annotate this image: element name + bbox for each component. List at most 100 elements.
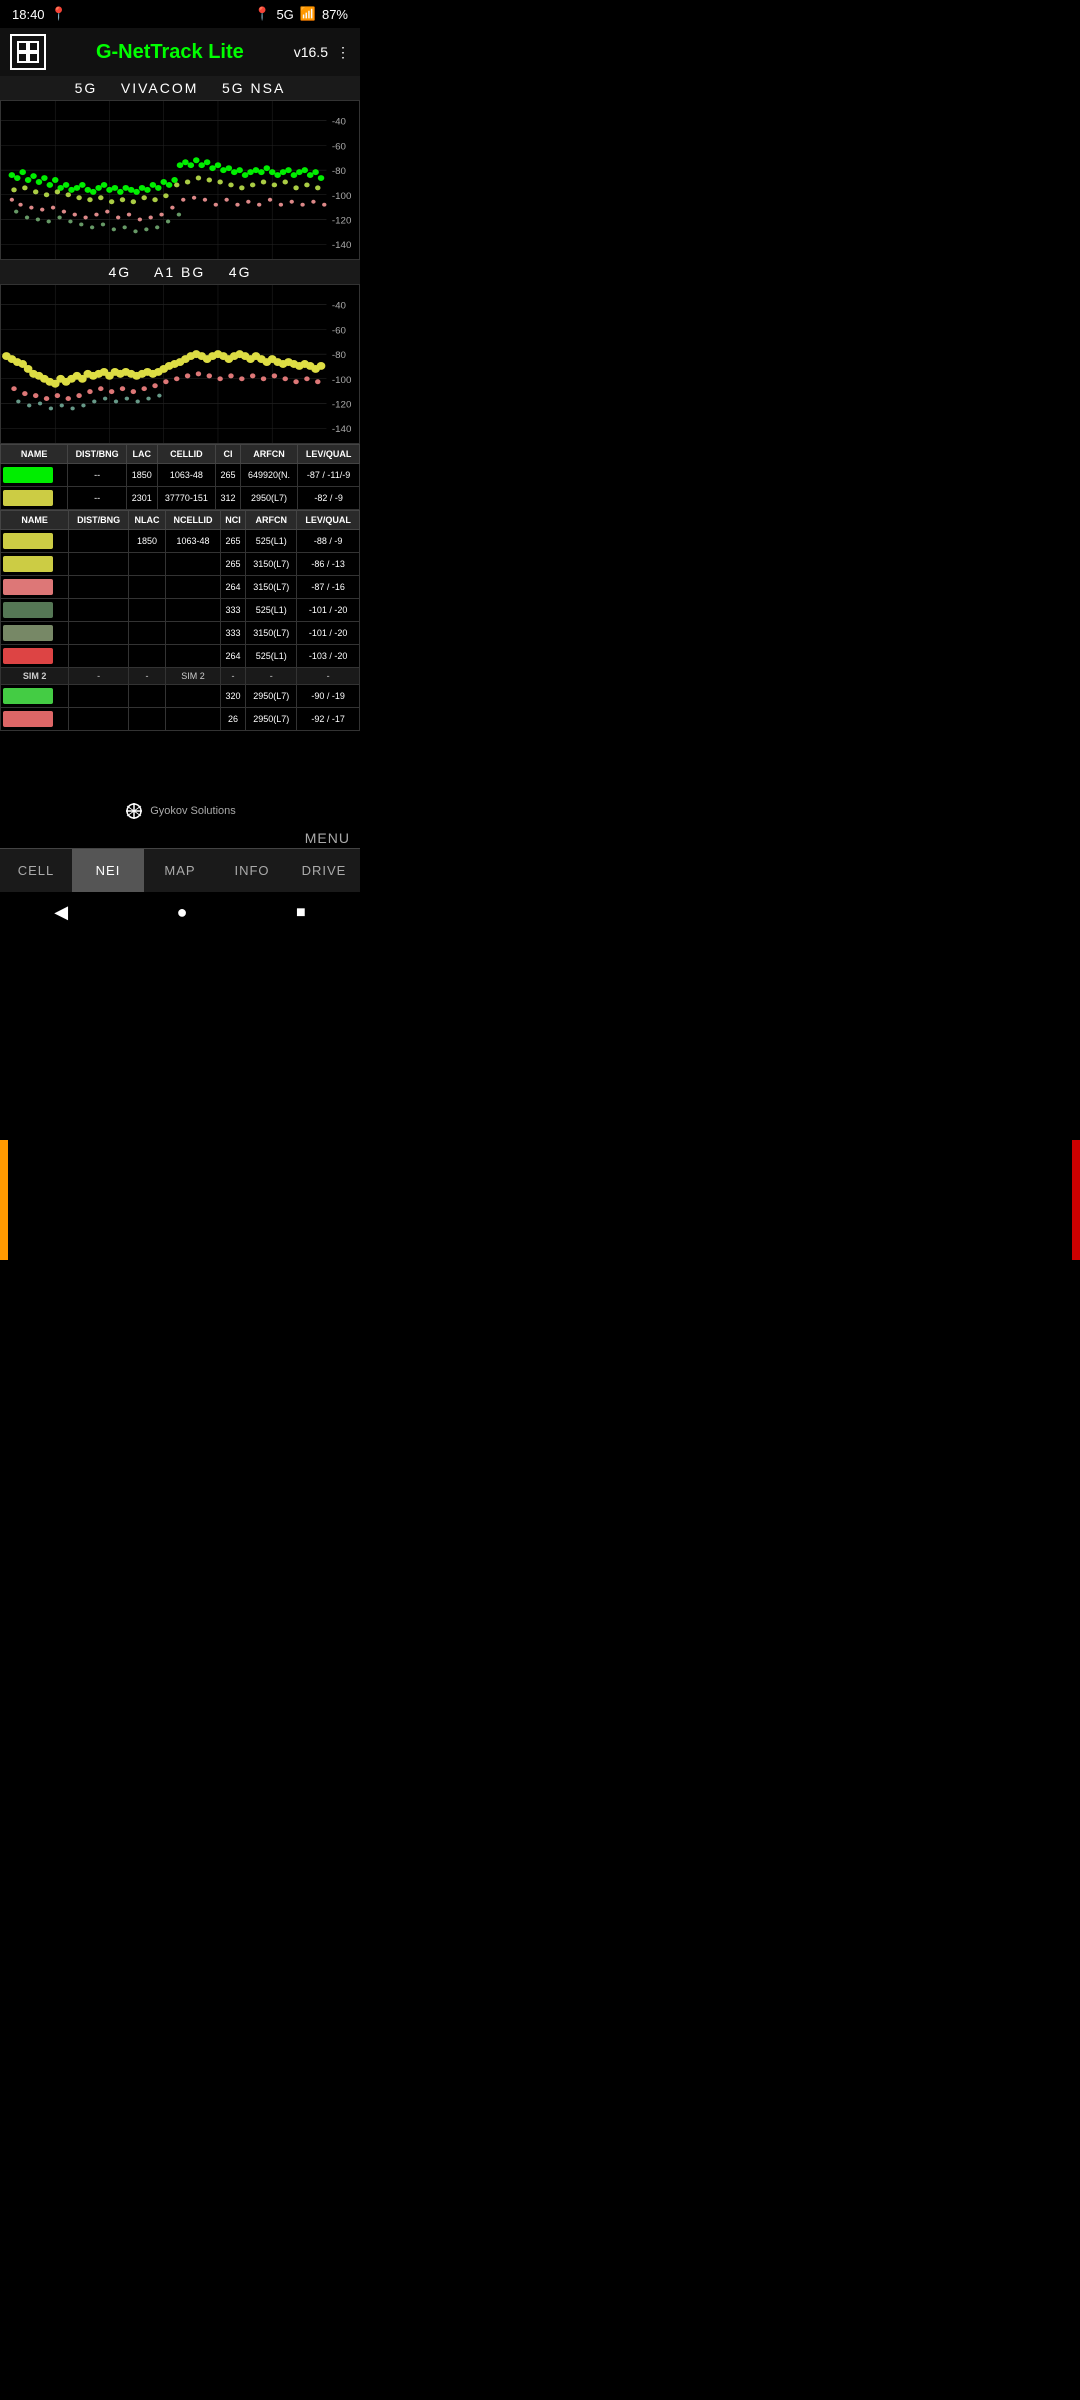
tab-cell[interactable]: CELL xyxy=(0,849,72,892)
col-lac: LAC xyxy=(126,445,157,464)
arfcn-cell: 649920(N. xyxy=(240,464,297,487)
svg-text:-40: -40 xyxy=(332,301,346,311)
color-cell xyxy=(1,553,69,576)
levqual-cell: -82 / -9 xyxy=(298,487,360,510)
red-sidebar-indicator xyxy=(1072,1140,1080,1260)
levqual-cell: -87 / -11/-9 xyxy=(298,464,360,487)
bottom-nav: CELL NEI MAP INFO DRIVE xyxy=(0,848,360,892)
menu-label[interactable]: MENU xyxy=(305,830,350,846)
nci-cell: 265 xyxy=(220,530,245,553)
chart1-area: -40 -60 -80 -100 -120 -140 xyxy=(0,100,360,260)
svg-text:-140: -140 xyxy=(332,241,352,251)
android-nav: ◀ ● ■ xyxy=(0,892,360,933)
nlac-cell: 1850 xyxy=(128,530,165,553)
ci-cell: 265 xyxy=(216,464,240,487)
table2-row: 264 525(L1) -103 / -20 xyxy=(1,645,360,668)
levqual-cell: -92 / -17 xyxy=(297,708,360,731)
arfcn-cell: 3150(L7) xyxy=(246,576,297,599)
nlac-cell xyxy=(128,553,165,576)
svg-text:-120: -120 xyxy=(332,216,352,226)
signal-icon: 📶 xyxy=(300,6,316,22)
dist-cell: -- xyxy=(68,464,127,487)
svg-text:-80: -80 xyxy=(332,350,346,360)
tab-info[interactable]: INFO xyxy=(216,849,288,892)
svg-text:-60: -60 xyxy=(332,142,346,152)
location-icon: 📍 xyxy=(51,6,67,22)
sim2-data-row: 26 2950(L7) -92 / -17 xyxy=(1,708,360,731)
lac-cell: 1850 xyxy=(126,464,157,487)
chart1-network-label: 5G VIVACOM 5G NSA xyxy=(0,76,360,100)
col-name: NAME xyxy=(1,445,68,464)
svg-text:-80: -80 xyxy=(332,166,346,176)
col2-nlac: NLAC xyxy=(128,511,165,530)
svg-text:-100: -100 xyxy=(332,375,352,385)
nlac-cell xyxy=(128,599,165,622)
arfcn-cell: 525(L1) xyxy=(246,645,297,668)
nlac-cell xyxy=(128,645,165,668)
ncellid-cell xyxy=(166,599,221,622)
back-button[interactable]: ◀ xyxy=(54,902,68,923)
color-cell xyxy=(1,464,68,487)
col-ci: CI xyxy=(216,445,240,464)
table2-row: 265 3150(L7) -86 / -13 xyxy=(1,553,360,576)
sim2-row: SIM 2 - - SIM 2 - - - xyxy=(1,668,360,685)
ncellid-cell: 1063-48 xyxy=(166,530,221,553)
col-cellid: CELLID xyxy=(157,445,216,464)
ncellid-cell xyxy=(166,553,221,576)
levqual-cell: -101 / -20 xyxy=(297,599,360,622)
svg-text:-40: -40 xyxy=(332,117,346,127)
color-cell xyxy=(1,622,69,645)
ci-cell: 312 xyxy=(216,487,240,510)
lac-cell: 2301 xyxy=(126,487,157,510)
table1-row: -- 1850 1063-48 265 649920(N. -87 / -11/… xyxy=(1,464,360,487)
status-right: 📍 5G 📶 87% xyxy=(254,6,348,22)
table1-header-row: NAME DIST/BNG LAC CELLID CI ARFCN LEV/QU… xyxy=(1,445,360,464)
table1-row: -- 2301 37770-151 312 2950(L7) -82 / -9 xyxy=(1,487,360,510)
header-right: v16.5 ⋮ xyxy=(294,44,350,61)
home-button[interactable]: ● xyxy=(177,902,188,923)
dist-cell xyxy=(69,553,129,576)
levqual-cell: -103 / -20 xyxy=(297,645,360,668)
cellid-cell: 37770-151 xyxy=(157,487,216,510)
status-left: 18:40 📍 xyxy=(12,6,67,22)
arfcn-cell: 2950(L7) xyxy=(246,685,297,708)
svg-text:-140: -140 xyxy=(332,425,352,435)
nlac-cell xyxy=(128,576,165,599)
svg-text:-60: -60 xyxy=(332,326,346,336)
col2-nci: NCI xyxy=(220,511,245,530)
nci-cell: 264 xyxy=(220,645,245,668)
table2-row: 1850 1063-48 265 525(L1) -88 / -9 xyxy=(1,530,360,553)
tab-map[interactable]: MAP xyxy=(144,849,216,892)
ncellid-cell xyxy=(166,622,221,645)
levqual-cell: -88 / -9 xyxy=(297,530,360,553)
app-logo xyxy=(10,34,46,70)
recent-button[interactable]: ■ xyxy=(296,904,306,922)
ncellid-cell xyxy=(166,645,221,668)
dist-cell xyxy=(69,576,129,599)
status-bar: 18:40 📍 📍 5G 📶 87% xyxy=(0,0,360,28)
table2: NAME DIST/BNG NLAC NCELLID NCI ARFCN LEV… xyxy=(0,510,360,731)
color-cell xyxy=(1,599,69,622)
col2-name: NAME xyxy=(1,511,69,530)
tab-nei[interactable]: NEI xyxy=(72,849,144,892)
col-distbng: DIST/BNG xyxy=(68,445,127,464)
orange-sidebar-indicator xyxy=(0,1140,8,1260)
levqual-cell: -90 / -19 xyxy=(297,685,360,708)
menu-dots-icon[interactable]: ⋮ xyxy=(336,44,350,61)
company-name: Gyokov Solutions xyxy=(150,805,236,817)
nci-cell: 264 xyxy=(220,576,245,599)
table2-header-row: NAME DIST/BNG NLAC NCELLID NCI ARFCN LEV… xyxy=(1,511,360,530)
color-cell xyxy=(1,576,69,599)
dist-cell xyxy=(69,645,129,668)
app-title: G-NetTrack Lite xyxy=(96,41,244,64)
table2-row: 333 525(L1) -101 / -20 xyxy=(1,599,360,622)
table1: NAME DIST/BNG LAC CELLID CI ARFCN LEV/QU… xyxy=(0,444,360,510)
dist-cell xyxy=(69,622,129,645)
tab-drive[interactable]: DRIVE xyxy=(288,849,360,892)
nci-cell: 333 xyxy=(220,622,245,645)
table2-row: 264 3150(L7) -87 / -16 xyxy=(1,576,360,599)
sim2-label: SIM 2 xyxy=(1,668,69,685)
arfcn-cell: 3150(L7) xyxy=(246,622,297,645)
table2-container: NAME DIST/BNG NLAC NCELLID NCI ARFCN LEV… xyxy=(0,510,360,731)
time: 18:40 xyxy=(12,7,45,22)
